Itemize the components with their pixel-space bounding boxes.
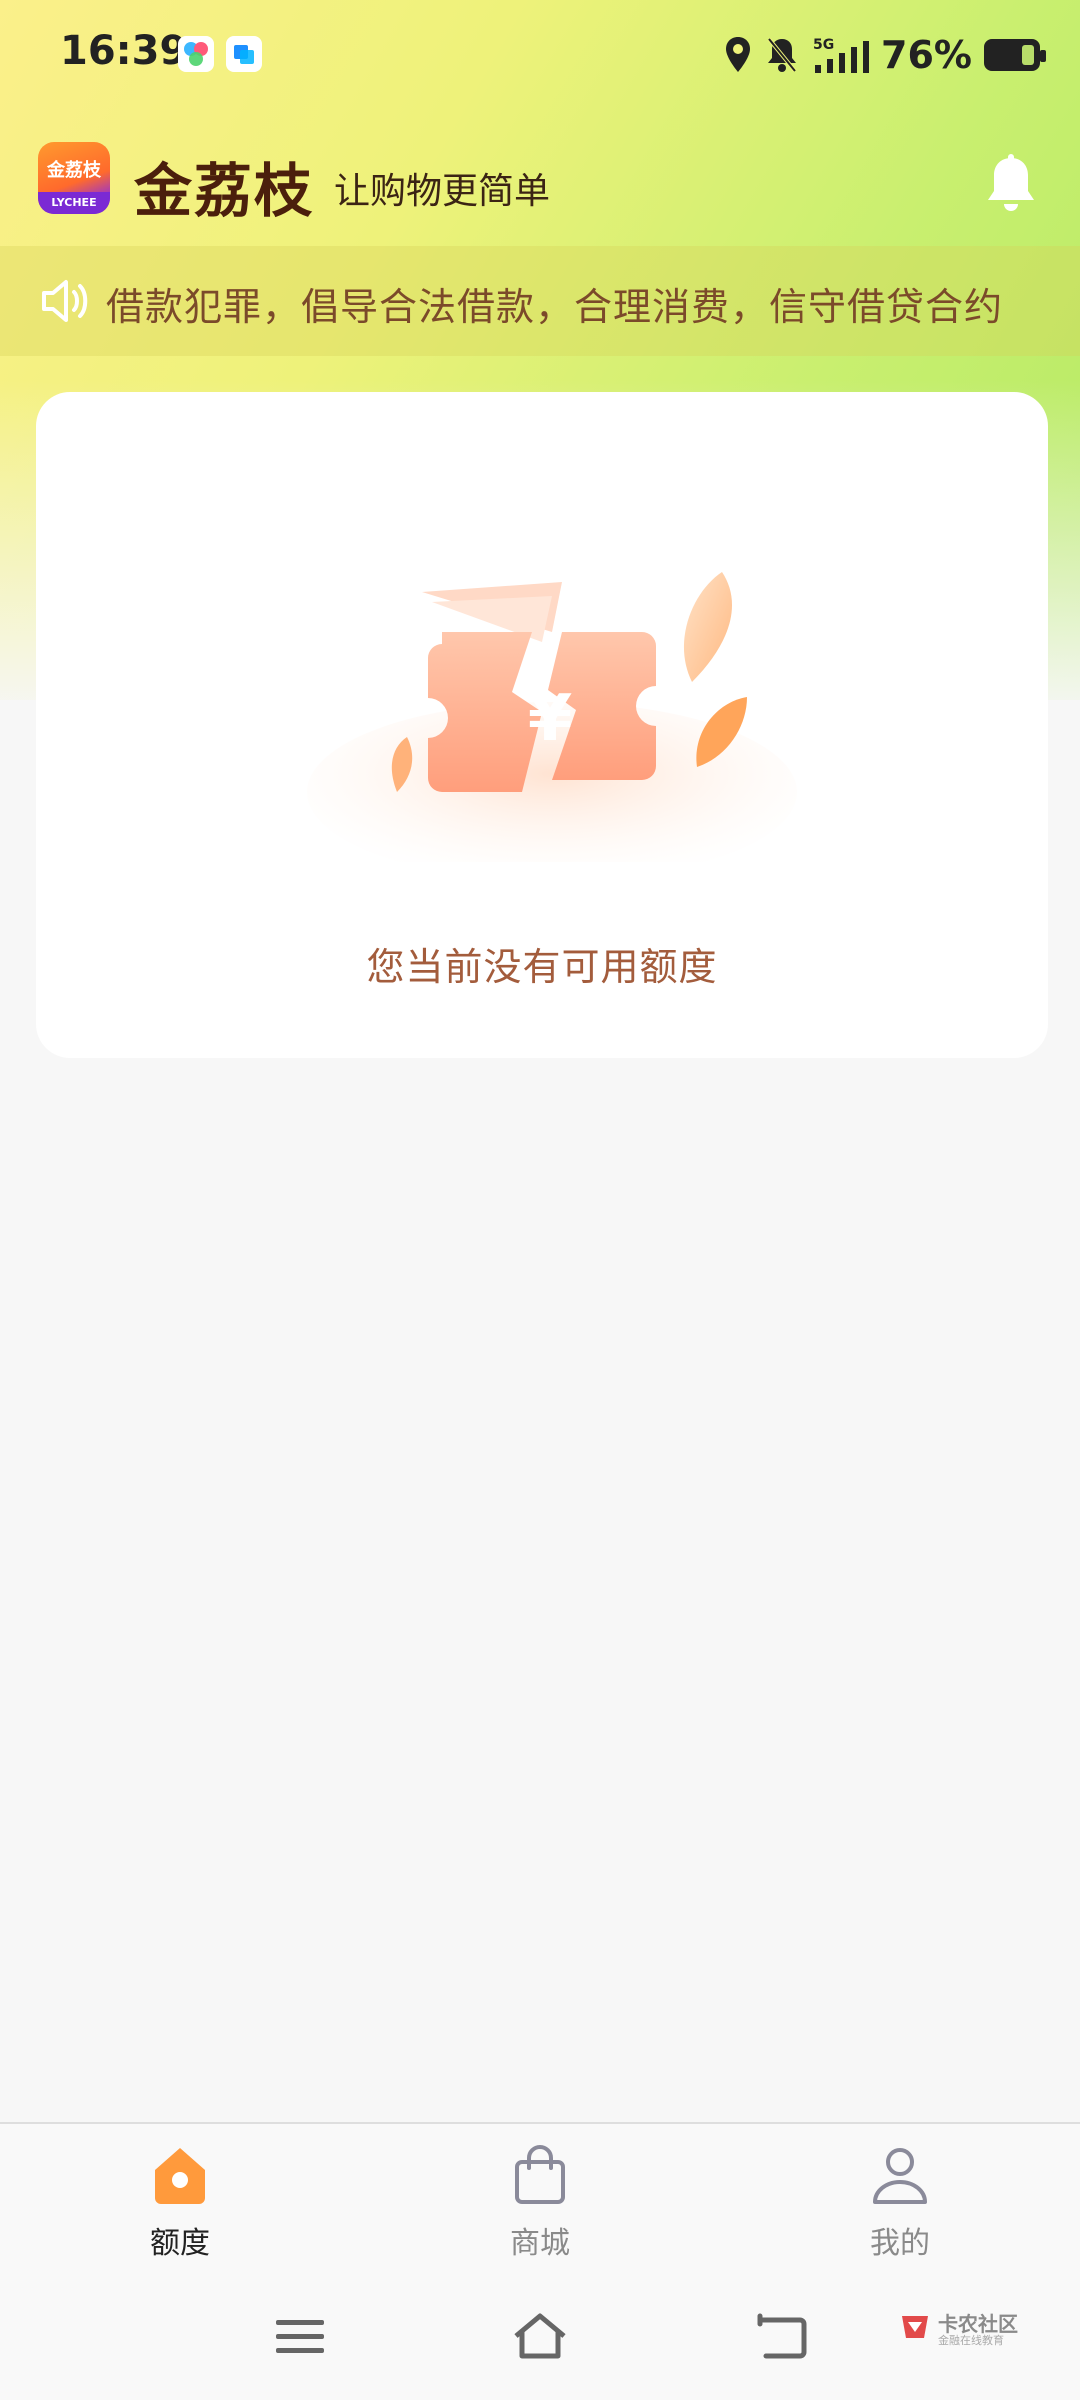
notice-bar[interactable]: 借款犯罪，倡导合法借款，合理消费，信守借贷合约 <box>0 246 1080 356</box>
bottom-tab-bar: 额度 商城 我的 <box>0 2122 1080 2274</box>
battery-percent: 76% <box>881 33 972 77</box>
tab-credit[interactable]: 额度 <box>80 2142 280 2272</box>
empty-credit-message: 您当前没有可用额度 <box>366 945 718 989</box>
notice-text: 借款犯罪，倡导合法借款，合理消费，信守借贷合约 <box>106 285 1004 329</box>
shopping-bag-icon <box>515 2145 565 2204</box>
svg-text:¥: ¥ <box>528 682 573 756</box>
tab-mine[interactable]: 我的 <box>800 2142 1000 2272</box>
notification-bell-icon[interactable] <box>984 154 1038 218</box>
menu-icon[interactable] <box>270 2308 330 2364</box>
credit-card-panel: ¥ 您当前没有可用额度 <box>36 392 1048 1058</box>
logo-text: 金荔枝 <box>47 160 101 181</box>
tab-mall[interactable]: 商城 <box>440 2142 640 2272</box>
home-icon <box>155 2148 205 2204</box>
home-nav-icon[interactable] <box>510 2308 570 2364</box>
battery-icon <box>984 39 1046 71</box>
system-navigation-bar: 卡农社区 金融在线教育 <box>0 2272 1080 2400</box>
status-time: 16:39 <box>60 28 188 74</box>
tab-credit-label: 额度 <box>150 2226 210 2261</box>
speaker-icon <box>42 280 88 322</box>
app-name: 金荔枝 <box>134 157 315 225</box>
status-icons: 5G 76% <box>723 30 1046 80</box>
tab-mall-label: 商城 <box>510 2226 570 2261</box>
logo-subtext: LYCHEE <box>38 192 110 214</box>
app-header: 金荔枝 LYCHEE 金荔枝 让购物更简单 <box>0 140 1080 250</box>
profile-icon <box>873 2148 927 2204</box>
status-bar: 16:39 5G 76% <box>0 0 1080 110</box>
app-slogan: 让购物更简单 <box>334 171 551 212</box>
bell-muted-icon <box>767 37 797 73</box>
notification-app-icon <box>178 36 214 72</box>
watermark-subtitle: 金融在线教育 <box>938 2334 1004 2347</box>
app-logo: 金荔枝 LYCHEE <box>38 142 110 214</box>
notification-app-icon <box>226 36 262 72</box>
back-icon[interactable] <box>752 2308 812 2364</box>
signal-icon: 5G <box>813 37 870 73</box>
tab-mine-label: 我的 <box>870 2226 930 2261</box>
svg-text:5G: 5G <box>813 37 834 53</box>
watermark-logo-icon <box>902 2316 928 2338</box>
watermark: 卡农社区 金融在线教育 <box>898 2306 1058 2354</box>
empty-credit-illustration: ¥ <box>307 572 797 862</box>
location-icon <box>726 37 751 72</box>
